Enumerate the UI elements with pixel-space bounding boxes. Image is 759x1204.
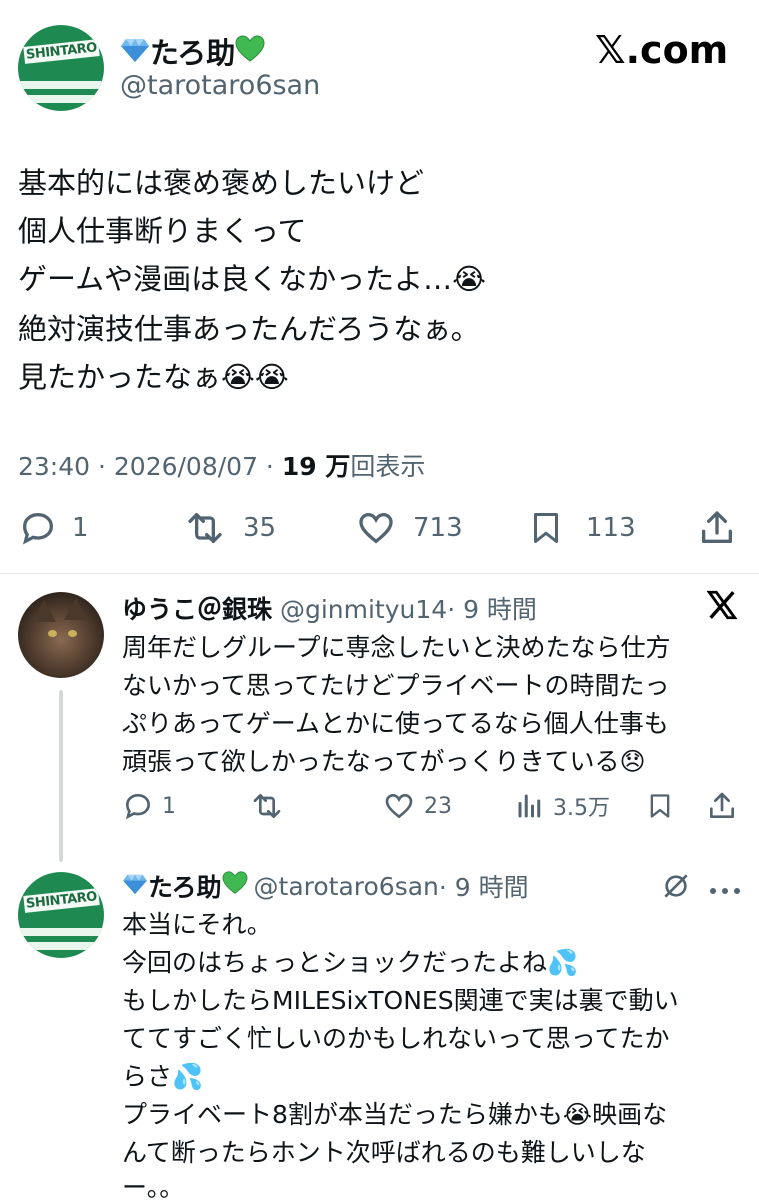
handle[interactable]: @tarotaro6san: [120, 70, 320, 101]
share-icon: [710, 792, 734, 818]
reply-button[interactable]: 1: [18, 508, 89, 548]
like-button[interactable]: 23: [382, 790, 452, 822]
reply-line: 今回のはちょっとショックだったよね💦: [122, 948, 579, 977]
tweet-meta: 23:40 · 2026/08/07 · 19 万回表示: [18, 452, 426, 481]
reply-line: もしかしたらMILESixTONES関連で実は裏で動い: [122, 986, 679, 1015]
display-name[interactable]: ゆうこ＠銀珠: [122, 595, 272, 624]
gem-icon: [120, 36, 150, 70]
avatar[interactable]: SHINTARO: [18, 872, 104, 958]
retweet-button[interactable]: 35: [185, 508, 276, 548]
green-heart-icon: [222, 871, 248, 901]
tweet-line: 個人仕事断りまくって: [18, 214, 307, 248]
reply-line: 本当にそれ。: [122, 910, 272, 939]
avatar-text: SHINTARO: [23, 39, 100, 64]
timestamp[interactable]: · 9 時間: [447, 595, 537, 624]
handle[interactable]: @tarotaro6san: [254, 872, 439, 901]
avatar[interactable]: SHINTARO: [18, 25, 104, 111]
share-button[interactable]: [697, 508, 737, 548]
reply-line: 周年だしグループに専念したいと決めたなら仕方: [122, 633, 671, 662]
heart-icon: [359, 512, 393, 544]
retweet-icon: [253, 794, 281, 818]
reply-line: ぷりあってゲームとかに使ってるなら個人仕事も: [122, 709, 669, 738]
avatar-text: SHINTARO: [23, 888, 100, 913]
thread-line: [59, 690, 63, 862]
avatar[interactable]: [18, 592, 104, 678]
green-heart-icon: [235, 35, 265, 70]
more-options-icon[interactable]: [708, 882, 742, 896]
tweet-line: 基本的には褒め褒めしたいけど: [18, 166, 425, 200]
reply-line: らさ💦: [122, 1062, 204, 1091]
retweet-button[interactable]: [250, 790, 284, 822]
divider: [0, 573, 759, 574]
reply-header: ゆうこ＠銀珠 @ginmityu14· 9 時間: [122, 590, 537, 626]
share-icon: [702, 511, 732, 543]
handle[interactable]: @ginmityu14: [280, 595, 447, 624]
reply-line: ー。。: [122, 1173, 185, 1202]
tweet-line: 絶対演技仕事あったんだろうなぁ。: [18, 312, 480, 346]
bookmark-button[interactable]: [646, 790, 674, 822]
bookmark-icon: [650, 794, 670, 818]
bookmark-button[interactable]: 113: [528, 508, 636, 548]
x-com-logo: 𝕏.com: [595, 28, 729, 72]
reply-line: 頑張って欲しかったなってがっくりきている😞: [122, 747, 646, 776]
tweet-line: 見たかったなぁ😭😭: [18, 360, 289, 394]
display-name[interactable]: たろ助: [148, 868, 222, 904]
reply-header: たろ助 @tarotaro6san · 9 時間: [122, 868, 529, 904]
timestamp[interactable]: · 9 時間: [439, 868, 529, 904]
views-button[interactable]: 3.5万: [515, 790, 610, 822]
display-name[interactable]: たろ助: [120, 30, 265, 72]
heart-icon: [385, 793, 413, 819]
reply-line: プライベート8割が本当だったら嫌かも😭映画な: [122, 1100, 668, 1129]
like-button[interactable]: 713: [355, 508, 463, 548]
reply-line: ててすごく忙しいのかもしれないって思ってたか: [122, 1024, 670, 1053]
views-icon: [518, 794, 541, 818]
retweet-icon: [188, 513, 222, 543]
grok-icon[interactable]: [660, 870, 692, 906]
share-button[interactable]: [706, 790, 738, 822]
bookmark-icon: [534, 513, 558, 543]
x-logo-icon: [705, 588, 739, 626]
gem-icon: [122, 872, 148, 901]
reply-line: ないかって思ってたけどプライベートの時間たっ: [122, 671, 670, 700]
reply-line: んて断ったらホント次呼ばれるのも難しいしな: [122, 1138, 646, 1167]
tweet-line: ゲームや漫画は良くなかったよ…😭: [18, 262, 487, 296]
reply-icon: [22, 512, 54, 545]
reply-button[interactable]: 1: [122, 790, 176, 822]
reply-icon: [125, 793, 151, 820]
